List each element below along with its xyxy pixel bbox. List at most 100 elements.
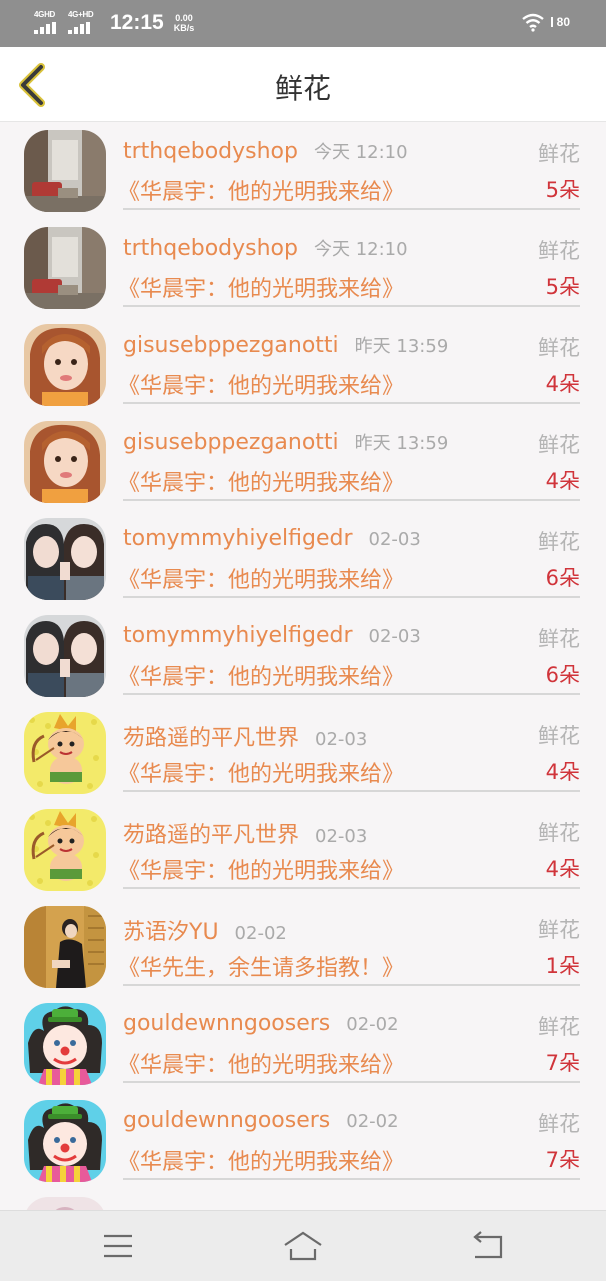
username[interactable]: tomymmyhiyelfigedr 02-03 <box>123 623 421 648</box>
list-item[interactable]: gouldewnngoosers 02-02 鲜花《华晨宇：他的光明我来给》 7朵 <box>0 1092 606 1189</box>
list-item[interactable]: gisusebppezganotti 昨天 13:59 鲜花《华晨宇：他的光明我来给… <box>0 316 606 413</box>
username[interactable]: trthqebodyshop 今天 12:10 <box>123 138 408 164</box>
flower-count: 5朵 <box>545 275 580 299</box>
signal-4g-plus-icon: 4G+HD <box>68 10 96 34</box>
flower-list[interactable]: trthqebodyshop 今天 12:10 鲜花 《华晨宇：他的光明我来给》 5朵 t… <box>0 122 606 1210</box>
username[interactable]: gisusebppezganotti 昨天 13:59 <box>123 332 448 358</box>
wifi-icon <box>521 13 544 32</box>
divider <box>123 790 580 792</box>
signal-4g-icon: 4GHD <box>34 10 62 34</box>
timestamp: 02-03 <box>368 626 421 647</box>
net-speed: 0.00 KB/s <box>173 13 195 33</box>
flower-count: 7朵 <box>545 1148 580 1172</box>
username[interactable]: 苏语汐YU 02-02 <box>123 914 287 946</box>
gift-type: 鲜花 <box>538 821 580 845</box>
username[interactable]: 芴路遥的平凡世界 02-03 <box>123 817 367 849</box>
flower-count: 1朵 <box>545 954 580 978</box>
work-title[interactable]: 《华晨宇：他的光明我来给》 <box>118 1047 404 1079</box>
avatar[interactable] <box>24 518 106 600</box>
divider <box>123 693 580 695</box>
divider <box>123 1081 580 1083</box>
divider <box>123 596 580 598</box>
clock: 12:15 <box>110 11 164 34</box>
timestamp: 02-03 <box>315 826 368 847</box>
gift-type: 鲜花 <box>538 530 580 554</box>
avatar[interactable] <box>24 324 106 406</box>
work-title[interactable]: 《华晨宇：他的光明我来给》 <box>118 562 404 594</box>
username[interactable]: gouldewnngoosers 02-02 <box>123 1011 399 1036</box>
list-item[interactable]: 芴路遥的平凡世界 02-03 鲜花《华晨宇：他的光明我来给》 4朵 <box>0 704 606 801</box>
title-bar: 鲜花 <box>0 47 606 122</box>
flower-count: 6朵 <box>545 566 580 590</box>
divider <box>123 887 580 889</box>
list-item[interactable]: gouldewnngoosers 02-02 鲜花《华晨宇：他的光明我来给》 7朵 <box>0 995 606 1092</box>
system-nav-bar <box>0 1210 606 1281</box>
timestamp: 02-02 <box>346 1111 399 1132</box>
avatar[interactable] <box>24 615 106 697</box>
divider <box>123 984 580 986</box>
avatar[interactable] <box>24 421 106 503</box>
gift-type: 鲜花 <box>538 336 580 360</box>
gift-type: 鲜花 <box>538 433 580 457</box>
list-item[interactable]: 芴路遥的平凡世界 02-03 鲜花《华晨宇：他的光明我来给》 4朵 <box>0 801 606 898</box>
list-item[interactable]: tomymmyhiyelfigedr 02-03 鲜花《华晨宇：他的光明我来给》 6朵 <box>0 510 606 607</box>
work-title[interactable]: 《华晨宇：他的光明我来给》 <box>118 465 404 497</box>
timestamp: 昨天 13:59 <box>354 433 449 454</box>
timestamp: 02-02 <box>346 1014 399 1035</box>
username[interactable]: tomymmyhiyelfigedr 02-03 <box>123 526 421 551</box>
work-title[interactable]: 《华晨宇：他的光明我来给》 <box>118 659 404 691</box>
avatar[interactable] <box>24 712 106 794</box>
flower-count: 5朵 <box>545 178 580 202</box>
home-icon[interactable] <box>283 1229 323 1263</box>
list-item-partial[interactable] <box>0 1189 606 1210</box>
avatar[interactable] <box>24 1100 106 1182</box>
work-title[interactable]: 《华晨宇：他的光明我来给》 <box>118 271 404 303</box>
battery-indicator: 80 <box>550 15 570 29</box>
avatar[interactable] <box>24 906 106 988</box>
flower-count: 6朵 <box>545 663 580 687</box>
gift-type: 鲜花 <box>538 1015 580 1039</box>
list-item[interactable]: trthqebodyshop 今天 12:10 鲜花《华晨宇：他的光明我来给》 5朵 <box>0 219 606 316</box>
divider <box>123 305 580 307</box>
flower-count: 4朵 <box>545 857 580 881</box>
gift-type: 鲜花 <box>538 724 580 748</box>
gift-type: 鲜花 <box>538 1112 580 1136</box>
menu-icon[interactable] <box>98 1229 138 1263</box>
list-item[interactable]: tomymmyhiyelfigedr 02-03 鲜花《华晨宇：他的光明我来给》 6朵 <box>0 607 606 704</box>
work-title[interactable]: 《华晨宇：他的光明我来给》 <box>118 1144 404 1176</box>
flower-count: 4朵 <box>545 760 580 784</box>
flower-count: 4朵 <box>545 372 580 396</box>
divider <box>123 402 580 404</box>
divider <box>123 499 580 501</box>
work-title[interactable]: 《华晨宇：他的光明我来给》 <box>118 756 404 788</box>
work-title[interactable]: 《华晨宇：他的光明我来给》 <box>118 368 404 400</box>
gift-type: 鲜花 <box>538 627 580 651</box>
back-icon[interactable] <box>467 1229 507 1263</box>
timestamp: 02-03 <box>315 729 368 750</box>
avatar[interactable] <box>24 130 106 212</box>
username[interactable]: gisusebppezganotti 昨天 13:59 <box>123 429 448 455</box>
work-title[interactable]: 《华晨宇：他的光明我来给》 <box>118 853 404 885</box>
gift-type: 鲜花 <box>538 142 580 166</box>
username[interactable]: gouldewnngoosers 02-02 <box>123 1108 399 1133</box>
avatar[interactable] <box>24 1197 106 1210</box>
work-title[interactable]: 《华先生，余生请多指教！》 <box>118 950 404 982</box>
divider <box>123 1178 580 1180</box>
timestamp: 今天 12:10 <box>313 142 408 163</box>
timestamp: 02-02 <box>234 923 287 944</box>
flower-count: 7朵 <box>545 1051 580 1075</box>
avatar[interactable] <box>24 1003 106 1085</box>
username[interactable]: trthqebodyshop 今天 12:10 <box>123 235 408 261</box>
list-item[interactable]: 苏语汐YU 02-02 鲜花《华先生，余生请多指教！》 1朵 <box>0 898 606 995</box>
divider <box>123 208 580 210</box>
list-item[interactable]: trthqebodyshop 今天 12:10 鲜花《华晨宇：他的光明我来给》 5朵 <box>0 122 606 219</box>
list-item[interactable]: gisusebppezganotti 昨天 13:59 鲜花《华晨宇：他的光明我来给… <box>0 413 606 510</box>
gift-type: 鲜花 <box>538 918 580 942</box>
avatar[interactable] <box>24 809 106 891</box>
gift-type: 鲜花 <box>538 239 580 263</box>
timestamp: 昨天 13:59 <box>354 336 449 357</box>
username[interactable]: 芴路遥的平凡世界 02-03 <box>123 720 367 752</box>
avatar[interactable] <box>24 227 106 309</box>
work-title[interactable]: 《华晨宇：他的光明我来给》 <box>118 174 404 206</box>
flower-count: 4朵 <box>545 469 580 493</box>
